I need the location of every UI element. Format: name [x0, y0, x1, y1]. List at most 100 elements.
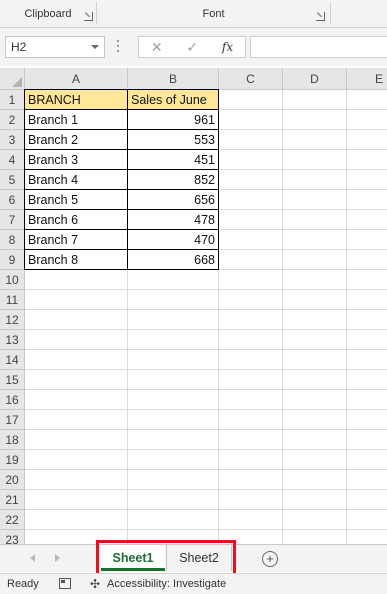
cell-b7[interactable]: 478 [128, 210, 219, 230]
row-header-13[interactable]: 13 [0, 330, 25, 350]
cell-b2[interactable]: 961 [128, 110, 219, 130]
column-header-c[interactable]: C [219, 68, 283, 90]
row-header-20[interactable]: 20 [0, 470, 25, 490]
cell-b19[interactable] [128, 450, 219, 470]
clipboard-dialog-launcher-icon[interactable] [84, 12, 93, 21]
column-header-a[interactable]: A [25, 68, 128, 90]
cell-b17[interactable] [128, 410, 219, 430]
cell-b16[interactable] [128, 390, 219, 410]
cell-c15[interactable] [219, 370, 283, 390]
cell-a9[interactable]: Branch 8 [25, 250, 128, 270]
cell-c16[interactable] [219, 390, 283, 410]
row-header-22[interactable]: 22 [0, 510, 25, 530]
cell-a13[interactable] [25, 330, 128, 350]
row-header-9[interactable]: 9 [0, 250, 25, 270]
row-header-23[interactable]: 23 [0, 530, 25, 544]
cell-d14[interactable] [283, 350, 347, 370]
font-dialog-launcher-icon[interactable] [316, 12, 325, 21]
cell-e9[interactable] [347, 250, 387, 270]
new-sheet-button[interactable]: + [262, 551, 278, 567]
row-header-18[interactable]: 18 [0, 430, 25, 450]
cell-a1[interactable]: BRANCH [25, 90, 128, 110]
insert-function-icon[interactable]: fx [222, 37, 233, 57]
cell-d1[interactable] [283, 90, 347, 110]
cell-b12[interactable] [128, 310, 219, 330]
cell-a22[interactable] [25, 510, 128, 530]
cell-a11[interactable] [25, 290, 128, 310]
cell-a5[interactable]: Branch 4 [25, 170, 128, 190]
cell-a12[interactable] [25, 310, 128, 330]
cell-d21[interactable] [283, 490, 347, 510]
cell-e3[interactable] [347, 130, 387, 150]
formula-input[interactable] [250, 36, 387, 58]
cell-b3[interactable]: 553 [128, 130, 219, 150]
column-header-b[interactable]: B [128, 68, 219, 90]
cell-a7[interactable]: Branch 6 [25, 210, 128, 230]
chevron-down-icon[interactable] [91, 45, 99, 49]
row-header-6[interactable]: 6 [0, 190, 25, 210]
cell-c4[interactable] [219, 150, 283, 170]
cell-a8[interactable]: Branch 7 [25, 230, 128, 250]
row-header-3[interactable]: 3 [0, 130, 25, 150]
column-header-d[interactable]: D [283, 68, 347, 90]
cell-d3[interactable] [283, 130, 347, 150]
cell-e16[interactable] [347, 390, 387, 410]
cell-b14[interactable] [128, 350, 219, 370]
cell-e6[interactable] [347, 190, 387, 210]
cell-d2[interactable] [283, 110, 347, 130]
enter-icon[interactable]: ✓ [186, 37, 198, 57]
cell-c13[interactable] [219, 330, 283, 350]
cell-d18[interactable] [283, 430, 347, 450]
cell-c9[interactable] [219, 250, 283, 270]
cell-a2[interactable]: Branch 1 [25, 110, 128, 130]
cell-c20[interactable] [219, 470, 283, 490]
cell-b10[interactable] [128, 270, 219, 290]
cell-c3[interactable] [219, 130, 283, 150]
cell-a16[interactable] [25, 390, 128, 410]
cell-c19[interactable] [219, 450, 283, 470]
cell-a4[interactable]: Branch 3 [25, 150, 128, 170]
row-header-5[interactable]: 5 [0, 170, 25, 190]
row-header-19[interactable]: 19 [0, 450, 25, 470]
cell-d6[interactable] [283, 190, 347, 210]
cell-c5[interactable] [219, 170, 283, 190]
cell-c14[interactable] [219, 350, 283, 370]
cell-e2[interactable] [347, 110, 387, 130]
row-header-7[interactable]: 7 [0, 210, 25, 230]
cell-c11[interactable] [219, 290, 283, 310]
row-header-12[interactable]: 12 [0, 310, 25, 330]
row-header-16[interactable]: 16 [0, 390, 25, 410]
cell-a19[interactable] [25, 450, 128, 470]
cell-b11[interactable] [128, 290, 219, 310]
cell-a21[interactable] [25, 490, 128, 510]
row-header-2[interactable]: 2 [0, 110, 25, 130]
cell-b9[interactable]: 668 [128, 250, 219, 270]
cell-e13[interactable] [347, 330, 387, 350]
formula-bar-grip-icon[interactable] [117, 40, 120, 54]
row-header-8[interactable]: 8 [0, 230, 25, 250]
cell-b15[interactable] [128, 370, 219, 390]
cell-b22[interactable] [128, 510, 219, 530]
cell-a15[interactable] [25, 370, 128, 390]
macro-recording-icon[interactable] [59, 578, 71, 589]
accessibility-icon[interactable]: ✣ [90, 577, 100, 591]
cell-b8[interactable]: 470 [128, 230, 219, 250]
cell-c2[interactable] [219, 110, 283, 130]
cell-d7[interactable] [283, 210, 347, 230]
cell-d8[interactable] [283, 230, 347, 250]
cell-e18[interactable] [347, 430, 387, 450]
cell-d23[interactable] [283, 530, 347, 544]
worksheet-grid[interactable]: A B C D E 1 BRANCH Sales of June 2 Branch 1 961 3 Br… [0, 68, 387, 544]
cell-e22[interactable] [347, 510, 387, 530]
column-header-e[interactable]: E [347, 68, 387, 90]
cell-c21[interactable] [219, 490, 283, 510]
cell-c8[interactable] [219, 230, 283, 250]
cell-b4[interactable]: 451 [128, 150, 219, 170]
row-header-14[interactable]: 14 [0, 350, 25, 370]
select-all-corner[interactable] [0, 68, 25, 90]
row-header-21[interactable]: 21 [0, 490, 25, 510]
cell-e20[interactable] [347, 470, 387, 490]
row-header-1[interactable]: 1 [0, 90, 25, 110]
cell-a18[interactable] [25, 430, 128, 450]
cell-d13[interactable] [283, 330, 347, 350]
